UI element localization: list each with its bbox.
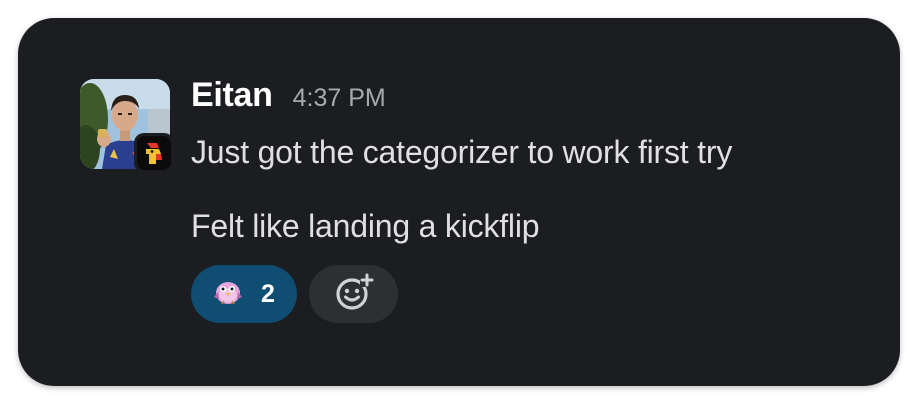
bird-emoji-icon [209,277,245,312]
message-card [18,18,900,386]
add-reaction-button[interactable] [309,265,398,323]
reaction-bar: 2 [191,265,398,323]
message-timestamp[interactable]: 4:37 PM [293,84,386,113]
add-reaction-icon [334,272,374,317]
app-badge-icon [137,136,171,170]
message-line: Felt like landing a kickflip [191,208,540,244]
user-avatar[interactable] [80,79,174,173]
message-header: Eitan 4:37 PM [191,76,386,115]
message-line: Just got the categorizer to work first t… [191,134,733,170]
app-badge [134,133,174,173]
reaction-count: 2 [261,279,275,308]
reaction-pill[interactable]: 2 [191,265,297,323]
author-name[interactable]: Eitan [191,76,273,115]
